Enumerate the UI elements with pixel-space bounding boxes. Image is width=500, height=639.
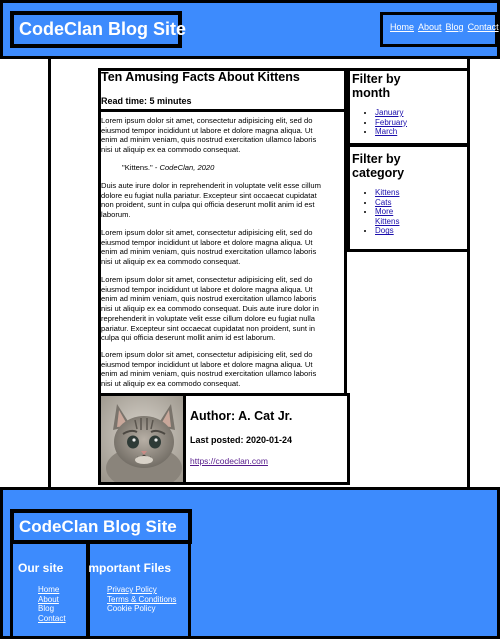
filter-category-title: Filter by category <box>352 152 467 180</box>
filter-title-line: Filter by <box>352 152 401 166</box>
last-posted-date: Last posted: 2020-01-24 <box>190 435 293 445</box>
quote-text: "Kittens." - <box>122 163 160 172</box>
month-link-march[interactable]: March <box>375 127 397 136</box>
link-text: More <box>375 207 394 217</box>
category-link-cats[interactable]: Cats <box>375 198 391 207</box>
paragraph-line: Lorem ipsum dolor sit amet, consectetur … <box>101 350 313 359</box>
list-item: MoreKittens <box>375 207 467 226</box>
filter-by-category: Filter by category Kittens Cats MoreKitt… <box>347 144 470 252</box>
list-item: March <box>375 127 467 137</box>
filter-by-month: Filter by month January February March <box>347 68 470 146</box>
category-list: Kittens Cats MoreKittens Dogs <box>352 188 467 236</box>
list-item: Privacy Policy <box>107 585 176 595</box>
article-paragraph: Lorem ipsum dolor sit amet, consectetur … <box>101 228 347 267</box>
author-website-link[interactable]: https://codeclan.com <box>190 456 268 466</box>
paragraph-line: nisi ut aliquip ex ea commodo consequat.… <box>101 304 319 314</box>
nav-link-home[interactable]: Home <box>390 22 414 32</box>
paragraph-line: enim ad minim veniam, quis nostrud exerc… <box>101 369 317 379</box>
nav-link-about[interactable]: About <box>418 22 442 32</box>
link-text: Kittens <box>375 216 400 226</box>
nav-link-contact[interactable]: Contact <box>468 22 499 32</box>
paragraph-line: non proident, sunt in culpa qui officia … <box>101 200 315 210</box>
list-item: February <box>375 118 467 128</box>
footer-link-about[interactable]: About <box>38 595 59 604</box>
list-item: Terms & Conditions <box>107 595 176 605</box>
paragraph-line: nisi ut aliquip ex ea commodo consequat. <box>101 257 241 267</box>
filter-month-title: Filter by month <box>352 72 467 100</box>
article-quote: "Kittens." - CodeClan, 2020 <box>122 163 214 172</box>
list-item: Cats <box>375 198 467 208</box>
filter-title-line: Filter by <box>352 72 401 86</box>
paragraph-line: Lorem ipsum dolor sit amet, consectetur … <box>101 116 313 125</box>
paragraph-line: nisi ut aliquip ex ea commodo consequat. <box>101 379 241 389</box>
paragraph-line: dolore eu fugiat nulla pariatur. Excepte… <box>101 190 317 200</box>
author-name: Author: A. Cat Jr. <box>190 409 293 423</box>
footer-files-heading: Important Files <box>86 561 172 575</box>
quote-source: CodeClan, 2020 <box>159 163 215 172</box>
author-photo <box>98 393 186 485</box>
paragraph-line: enim ad minim veniam, quis nostrud exerc… <box>101 247 317 257</box>
main-nav: Home About Blog Contact <box>380 12 499 47</box>
paragraph-line: nisi ut aliquip ex ea commodo consequat. <box>101 145 241 155</box>
site-title[interactable]: CodeClan Blog Site <box>10 11 186 48</box>
paragraph-line: pariatur. Excepteur sint occaecat cupida… <box>101 323 316 333</box>
category-link-more-kittens[interactable]: More Kittens <box>375 207 399 226</box>
footer-link-blog[interactable]: Blog <box>38 604 54 613</box>
footer-link-home[interactable]: Home <box>38 585 59 594</box>
footer-link-contact[interactable]: Contact <box>38 614 66 623</box>
month-list: January February March <box>352 108 467 137</box>
list-item: Cookie Policy <box>107 604 176 614</box>
paragraph-line: Lorem ipsum dolor sit amet, consectetur … <box>101 228 313 237</box>
paragraph-line: enim ad minim veniam, quis nostrud exerc… <box>101 294 317 304</box>
footer-our-site: Our site Home About Blog Contact <box>10 540 90 639</box>
paragraph-line: laborum. <box>101 210 131 220</box>
footer-link-cookie-policy[interactable]: Cookie Policy <box>107 604 155 613</box>
paragraph-line: Lorem ipsum dolor sit amet, consectetur … <box>101 275 313 284</box>
paragraph-line: eiusmod tempor incididunt ut labore et d… <box>101 237 313 247</box>
list-item: Contact <box>38 614 66 624</box>
list-item: January <box>375 108 467 118</box>
article-paragraph: Duis aute irure dolor in reprehenderit i… <box>101 181 347 220</box>
footer-site-title[interactable]: CodeClan Blog Site <box>10 509 192 544</box>
filter-title-line: month <box>352 86 391 100</box>
footer-files-list: Privacy Policy Terms & Conditions Cookie… <box>107 585 176 614</box>
paragraph-line: culpa qui officia deserunt mollit anim i… <box>101 333 276 343</box>
list-item: Kittens <box>375 188 467 198</box>
paragraph-line: eiusmod tempor incididunt ut labore et d… <box>101 125 313 135</box>
paragraph-line: enim ad minim veniam, quis nostrud exerc… <box>101 135 317 145</box>
footer-link-terms[interactable]: Terms & Conditions <box>107 595 176 604</box>
footer-our-site-list: Home About Blog Contact <box>38 585 66 623</box>
category-link-kittens[interactable]: Kittens <box>375 188 399 197</box>
paragraph-line: eiusmod tempor incididunt ut labore et d… <box>101 284 313 294</box>
list-item: Dogs <box>375 226 467 236</box>
kitten-photo <box>101 396 183 482</box>
month-link-february[interactable]: February <box>375 118 407 127</box>
footer-important-files: Important Files Privacy Policy Terms & C… <box>86 540 191 639</box>
article-paragraph: Lorem ipsum dolor sit amet, consectetur … <box>101 350 347 389</box>
article-paragraph: Lorem ipsum dolor sit amet, consectetur … <box>101 275 347 343</box>
list-item: Home <box>38 585 66 595</box>
paragraph-line: reprehenderit in voluptate velit esse ci… <box>101 313 316 323</box>
paragraph-line: Duis aute irure dolor in reprehenderit i… <box>101 181 321 190</box>
footer-our-site-heading: Our site <box>18 561 64 575</box>
footer-link-privacy-policy[interactable]: Privacy Policy <box>107 585 157 594</box>
article-title: Ten Amusing Facts About Kittens <box>101 70 300 84</box>
month-link-january[interactable]: January <box>375 108 403 117</box>
paragraph-line: eiusmod tempor incididunt ut labore et d… <box>101 359 313 369</box>
list-item: Blog <box>38 604 66 614</box>
filter-title-line: category <box>352 166 405 180</box>
nav-link-blog[interactable]: Blog <box>446 22 464 32</box>
category-link-dogs[interactable]: Dogs <box>375 226 394 235</box>
read-time: Read time: 5 minutes <box>101 96 192 106</box>
article-paragraph: Lorem ipsum dolor sit amet, consectetur … <box>101 116 347 155</box>
list-item: About <box>38 595 66 605</box>
